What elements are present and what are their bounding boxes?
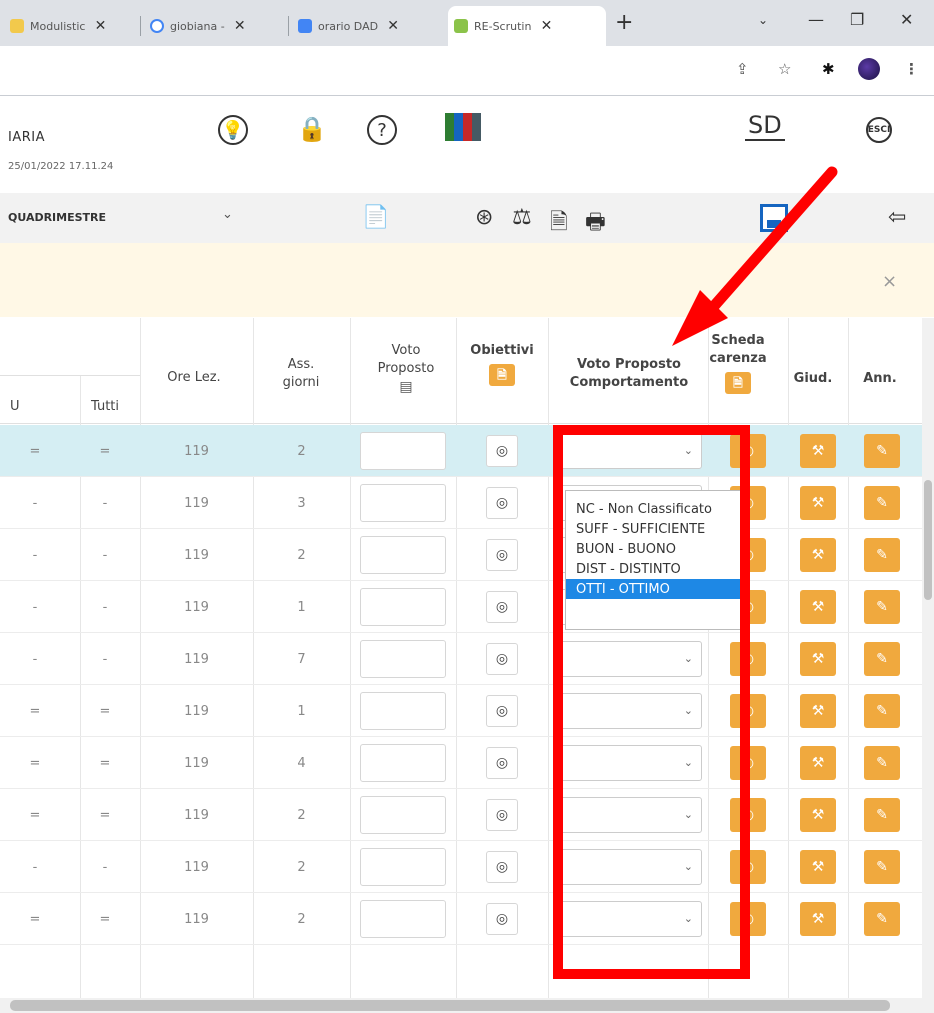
vertical-scrollbar-thumb[interactable]	[924, 480, 932, 600]
horizontal-scrollbar-thumb[interactable]	[10, 1000, 890, 1011]
vertical-scrollbar[interactable]	[922, 318, 934, 998]
annotation-arrow	[672, 166, 838, 346]
